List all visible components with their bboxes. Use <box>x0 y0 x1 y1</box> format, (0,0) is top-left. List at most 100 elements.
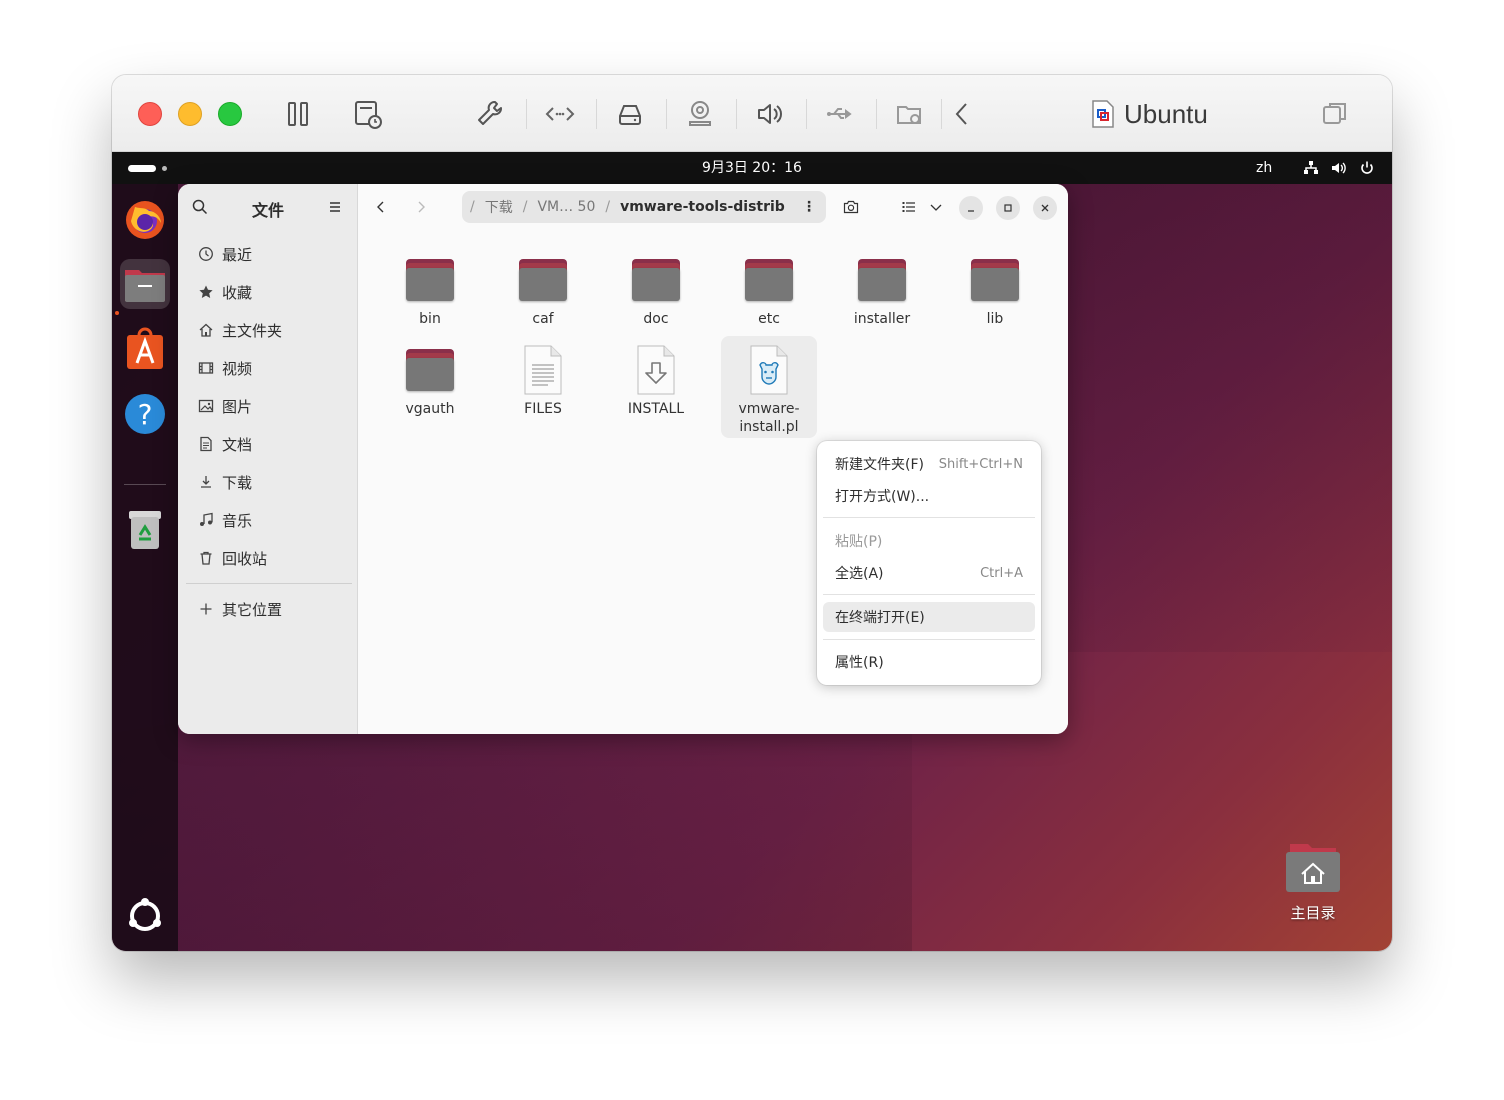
menu-item-properties[interactable]: 属性(R) <box>823 647 1035 677</box>
item-label: vgauth <box>405 401 455 417</box>
files-window: 文件 最近 收藏 主文件夹 视频 图片 文档 下载 音乐 回收站 其它位置 / … <box>178 184 1068 734</box>
vm-document-icon <box>1092 100 1114 128</box>
sidebar-item-videos[interactable]: 视频 <box>186 351 350 385</box>
network-icon[interactable] <box>1303 160 1319 176</box>
back-button[interactable] <box>366 194 396 220</box>
sidebar-item-starred[interactable]: 收藏 <box>186 275 350 309</box>
folder-item[interactable]: installer <box>834 246 930 328</box>
folder-item[interactable]: lib <box>947 246 1043 328</box>
file-item-selected[interactable]: vmware- install.pl <box>721 336 817 438</box>
dock-divider <box>124 484 166 485</box>
files-app-icon[interactable] <box>120 259 170 309</box>
context-menu: 新建文件夹(F) Shift+Ctrl+N 打开方式(W)... 粘贴(P) 全… <box>817 441 1041 685</box>
trash-icon[interactable] <box>120 504 170 554</box>
chevron-left-icon[interactable] <box>946 97 980 131</box>
item-label: installer <box>853 311 911 327</box>
sidebar-item-recent[interactable]: 最近 <box>186 237 350 271</box>
sidebar-item-label: 下载 <box>222 473 253 492</box>
sidebar-item-music[interactable]: 音乐 <box>186 503 350 537</box>
item-label: bin <box>419 311 441 327</box>
folder-item[interactable]: doc <box>608 246 704 328</box>
path-segment-current[interactable]: vmware-tools-distrib <box>614 199 791 215</box>
guest-desktop: 9月3日 20：16 zh ? 文件 最近 收藏 主文件夹 视频 图片 文档 下… <box>112 152 1392 951</box>
sidebar-item-trash[interactable]: 回收站 <box>186 541 350 575</box>
speaker-icon[interactable] <box>753 97 787 131</box>
power-icon[interactable] <box>1359 160 1375 176</box>
view-options-chevron-icon[interactable] <box>921 194 951 220</box>
menu-separator <box>823 639 1035 640</box>
sidebar-item-other-locations[interactable]: 其它位置 <box>186 592 350 626</box>
menu-item-select-all[interactable]: 全选(A) Ctrl+A <box>823 558 1035 588</box>
chevron-left-icon <box>377 201 384 213</box>
item-label: vmware- install.pl <box>738 401 800 435</box>
maximize-button[interactable] <box>996 196 1020 220</box>
sidebar-item-label: 其它位置 <box>222 600 283 619</box>
desktop-home-folder[interactable]: 主目录 <box>1284 842 1342 923</box>
plus-icon <box>200 603 212 615</box>
vm-toolbar: Ubuntu <box>112 75 1392 152</box>
input-language[interactable]: zh <box>1256 152 1272 184</box>
svg-text:?: ? <box>138 398 153 431</box>
sidebar-item-label: 主文件夹 <box>222 321 283 340</box>
shared-folder-icon[interactable] <box>893 97 927 131</box>
text-file-icon <box>517 344 569 396</box>
pause-icon[interactable] <box>281 97 315 131</box>
home-folder-icon <box>1286 844 1340 892</box>
item-label: INSTALL <box>627 401 685 417</box>
path-menu-icon[interactable]: ⋮ <box>802 199 816 215</box>
window-icon[interactable] <box>1318 97 1352 131</box>
minimize-button[interactable] <box>959 196 983 220</box>
wrench-icon[interactable] <box>473 97 507 131</box>
path-bar[interactable]: / 下载 / VM… 50 / vmware-tools-distrib ⋮ <box>462 191 826 223</box>
clock[interactable]: 9月3日 20：16 <box>112 152 1392 184</box>
help-icon[interactable]: ? <box>120 389 170 439</box>
close-button[interactable] <box>1033 196 1057 220</box>
menu-item-open-terminal[interactable]: 在终端打开(E) <box>823 602 1035 632</box>
code-icon[interactable] <box>543 97 577 131</box>
folder-icon <box>630 254 682 306</box>
file-item[interactable]: FILES <box>495 336 591 418</box>
drive-icon[interactable] <box>613 97 647 131</box>
sidebar-item-label: 图片 <box>222 397 253 416</box>
folder-item[interactable]: caf <box>495 246 591 328</box>
menu-item-open-with[interactable]: 打开方式(W)... <box>823 481 1035 511</box>
camera-folder-icon[interactable] <box>836 194 866 220</box>
sidebar-item-pictures[interactable]: 图片 <box>186 389 350 423</box>
file-item[interactable]: INSTALL <box>608 336 704 418</box>
path-segment-vm[interactable]: VM… 50 <box>531 199 601 215</box>
sidebar-item-label: 音乐 <box>222 511 253 530</box>
app-center-icon[interactable] <box>120 324 170 374</box>
download-icon <box>201 476 211 488</box>
sidebar-item-downloads[interactable]: 下载 <box>186 465 350 499</box>
list-view-icon[interactable] <box>894 194 924 220</box>
hamburger-menu-icon[interactable] <box>320 194 350 220</box>
usb-icon[interactable] <box>823 97 857 131</box>
sidebar-item-documents[interactable]: 文档 <box>186 427 350 461</box>
folder-item[interactable]: etc <box>721 246 817 328</box>
toolbar-divider <box>806 99 807 129</box>
toolbar-divider <box>876 99 877 129</box>
folder-icon <box>404 344 456 396</box>
firefox-icon[interactable] <box>120 194 170 244</box>
folder-item[interactable]: bin <box>382 246 478 328</box>
forward-button[interactable] <box>406 194 436 220</box>
camera-icon[interactable] <box>683 97 717 131</box>
close-window-button[interactable] <box>138 102 162 126</box>
item-label: doc <box>643 311 669 327</box>
menu-item-new-folder[interactable]: 新建文件夹(F) Shift+Ctrl+N <box>823 449 1035 479</box>
volume-icon[interactable] <box>1331 160 1347 176</box>
menu-item-shortcut: Ctrl+A <box>980 565 1023 581</box>
sidebar-item-home[interactable]: 主文件夹 <box>186 313 350 347</box>
minimize-icon <box>968 210 974 212</box>
film-icon <box>198 362 214 374</box>
vm-window: Ubuntu 9月3日 20：16 zh ? 文件 最近 收藏 主文件夹 视频 … <box>112 75 1392 951</box>
minimize-window-button[interactable] <box>178 102 202 126</box>
zoom-window-button[interactable] <box>218 102 242 126</box>
folder-icon <box>969 254 1021 306</box>
folder-item[interactable]: vgauth <box>382 336 478 418</box>
menu-separator <box>823 594 1035 595</box>
snapshot-icon[interactable] <box>351 97 385 131</box>
path-segment-downloads[interactable]: 下载 <box>479 197 519 217</box>
show-apps-icon[interactable] <box>120 891 170 941</box>
menu-item-paste: 粘贴(P) <box>823 526 1035 556</box>
